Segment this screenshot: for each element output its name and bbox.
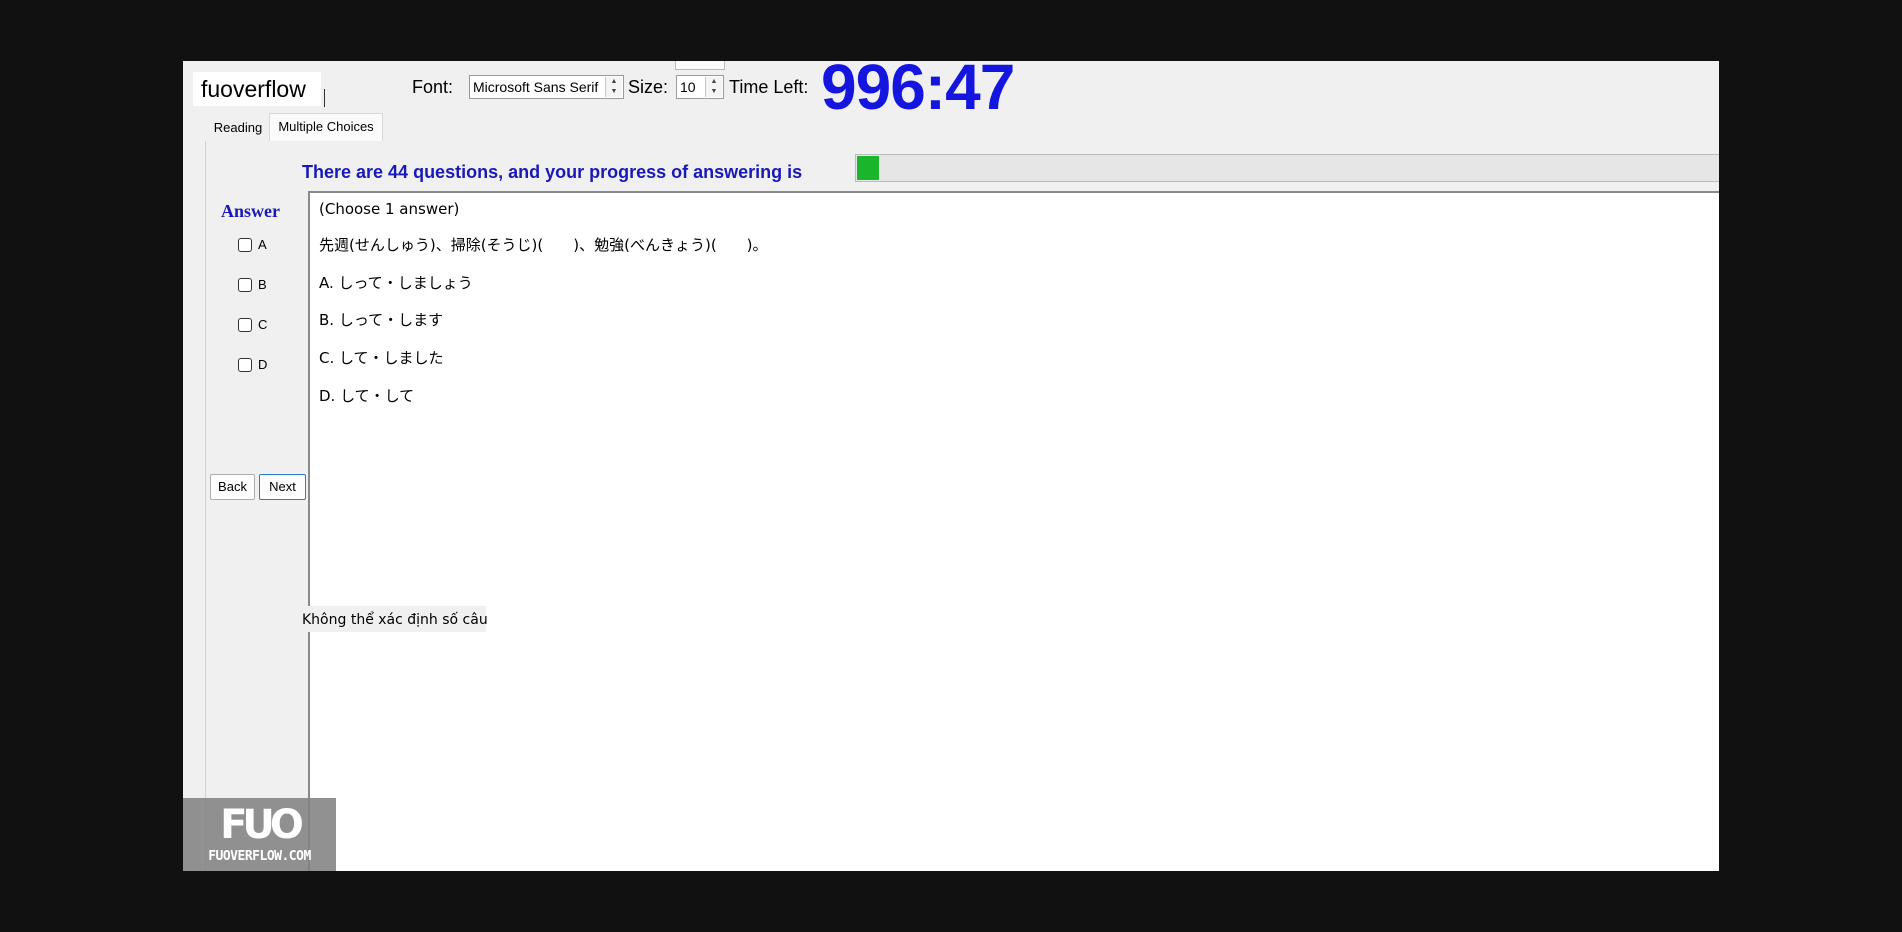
text-cursor <box>324 89 325 107</box>
option-letter: B <box>258 277 267 292</box>
font-label: Font: <box>412 77 454 97</box>
checkbox-a[interactable] <box>238 238 252 252</box>
fuoverflow-watermark: FUO FUOVERFLOW.COM <box>183 798 336 871</box>
progress-description: There are 44 questions, and your progres… <box>302 162 803 182</box>
option-letter: C <box>258 317 268 332</box>
tab-multiple-choices[interactable]: Multiple Choices <box>269 113 383 141</box>
font-selector[interactable]: Microsoft Sans Serif ▲ ▼ <box>469 75 624 99</box>
option-letter: D <box>258 357 268 372</box>
watermark-logo: FUO <box>220 802 304 848</box>
font-spinner[interactable]: ▲ ▼ <box>605 77 622 97</box>
answer-heading: Answer <box>221 201 280 221</box>
exam-window: fuoverflow Font: Microsoft Sans Serif ▲ … <box>183 61 1719 871</box>
choice-a: A. しって・しましょう <box>319 274 473 292</box>
checkbox-c[interactable] <box>238 318 252 332</box>
size-label: Size: <box>628 77 669 97</box>
question-instruction: (Choose 1 answer) <box>319 200 460 218</box>
spinner-up-icon[interactable]: ▲ <box>706 77 722 87</box>
option-letter: A <box>258 237 267 252</box>
watermark-site: FUOVERFLOW.COM <box>208 849 311 864</box>
time-left-label: Time Left: <box>729 77 809 97</box>
spinner-down-icon[interactable]: ▼ <box>706 87 722 97</box>
status-message: Không thể xác định số câu <box>302 612 488 628</box>
choice-c: C. して・しました <box>319 349 444 367</box>
size-stepper[interactable]: 10 ▲ ▼ <box>676 75 724 99</box>
countdown-timer: 996:47 <box>821 61 1015 123</box>
size-value: 10 <box>680 79 696 95</box>
checkbox-d[interactable] <box>238 358 252 372</box>
question-text: 先週(せんしゅう)、掃除(そうじ)( )、勉強(べんきょう)( )。 <box>319 236 768 254</box>
checkbox-b[interactable] <box>238 278 252 292</box>
question-panel[interactable]: (Choose 1 answer) 先週(せんしゅう)、掃除(そうじ)( )、勉… <box>308 191 1719 871</box>
username-label: fuoverflow <box>193 72 321 106</box>
tab-panel-border <box>205 141 206 871</box>
font-value: Microsoft Sans Serif <box>473 79 599 95</box>
progress-fill <box>857 156 879 180</box>
size-spinner[interactable]: ▲ ▼ <box>705 77 722 97</box>
choice-d: D. して・して <box>319 387 415 405</box>
next-button[interactable]: Next <box>259 474 306 500</box>
spinner-down-icon[interactable]: ▼ <box>606 87 622 97</box>
tab-reading[interactable]: Reading <box>207 117 269 141</box>
back-button[interactable]: Back <box>210 474 255 500</box>
spinner-up-icon[interactable]: ▲ <box>606 77 622 87</box>
answer-progress-bar <box>855 154 1719 182</box>
choice-b: B. しって・します <box>319 311 444 329</box>
hidden-control-edge <box>675 61 725 70</box>
